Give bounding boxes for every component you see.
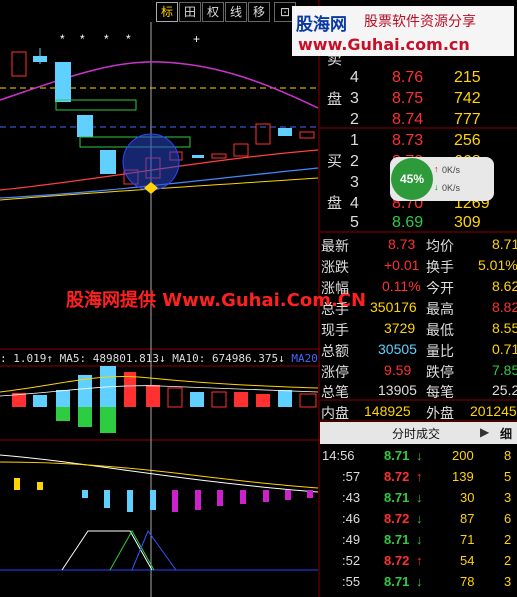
network-speed-widget[interactable]: 45% ↑ 0K/s ↓ 0K/s [390,157,494,201]
stat-row: 涨幅 0.11% 今开 8.62 [321,278,517,296]
svg-text:*: * [60,32,65,46]
download-speed: 0K/s [442,183,461,193]
buy-level-1[interactable]: 1 8.73 256 [320,129,517,150]
svg-text:*: * [126,32,131,46]
toolbar-button-move[interactable]: 移 [248,2,270,22]
volume-indicator-line: : 1.019↑ MA5: 489801.813↓ MA10: 674986.3… [0,352,320,366]
ma10-value: MA10: 674986.375↓ [172,352,285,365]
stat-row: 内盘 148925 外盘 201245 [321,403,517,421]
play-icon[interactable]: ▶ [480,425,489,439]
volume-ratio: : 1.019↑ [0,352,53,365]
sell-level-4[interactable]: 4 8.76 215 [320,66,517,87]
tick-row[interactable]: :55 8.71 ↓ 78 3 [320,571,517,592]
stat-row: 总笔 13905 每笔 25.2 [321,382,517,400]
stat-row: 涨停 9.59 跌停 7.85 [321,362,517,380]
tick-row[interactable]: :57 8.72 ↑ 139 5 [320,466,517,487]
trading-terminal: * * * * + 标 田 权 线 移 ⊡ 股海网提供 Www.Guhai.Co… [0,0,517,597]
svg-text:*: * [80,32,85,46]
logo-slogan: 股票软件资源分享 [364,14,476,30]
toolbar-button-grid[interactable]: 田 [179,2,201,22]
sell-level-3[interactable]: 3 8.75 742 [320,87,517,108]
arrow-down-icon: ↓ [434,182,439,192]
tick-row[interactable]: :49 8.71 ↓ 71 2 [320,529,517,550]
toolbar-button-mark[interactable]: 标 [156,2,178,22]
logo-url: www.Guhai.com.cn [298,35,470,54]
detail-toggle[interactable]: 细 [500,425,512,442]
stat-row: 总额 30505 量比 0.71 [321,341,517,359]
stat-row: 总手 350176 最高 8.82 [321,299,517,317]
tick-header-title: 分时成交 [392,427,441,441]
ma20-value: MA20 [291,352,318,365]
tick-row[interactable]: :52 8.72 ↑ 54 2 [320,550,517,571]
logo-name: 股海网 [296,15,347,35]
tick-panel-header: 分时成交 ▶ 细 [320,422,517,444]
svg-text:*: * [104,32,109,46]
svg-text:+: + [193,32,200,46]
tick-row[interactable]: 14:56 8.71 ↓ 200 8 [320,445,517,466]
stat-row: 最新 8.73 均价 8.71 [321,236,517,254]
guhai-logo: 股海网 股票软件资源分享 www.Guhai.com.cn [292,6,514,56]
buy-level-5[interactable]: 5 8.69 309 [320,211,517,232]
toolbar-button-line[interactable]: 线 [225,2,247,22]
ma5-value: MA5: 489801.813↓ [59,352,166,365]
tick-row[interactable]: :43 8.71 ↓ 30 3 [320,487,517,508]
stat-row: 涨跌 +0.01 换手 5.01% [321,257,517,275]
sell-level-2[interactable]: 2 8.74 777 [320,108,517,129]
speed-percent: 45% [391,158,433,200]
stat-row: 现手 3729 最低 8.55 [321,320,517,338]
upload-speed: 0K/s [442,165,461,175]
arrow-up-icon: ↑ [434,164,439,174]
toolbar-button-rights[interactable]: 权 [202,2,224,22]
tick-row[interactable]: :46 8.72 ↓ 87 6 [320,508,517,529]
